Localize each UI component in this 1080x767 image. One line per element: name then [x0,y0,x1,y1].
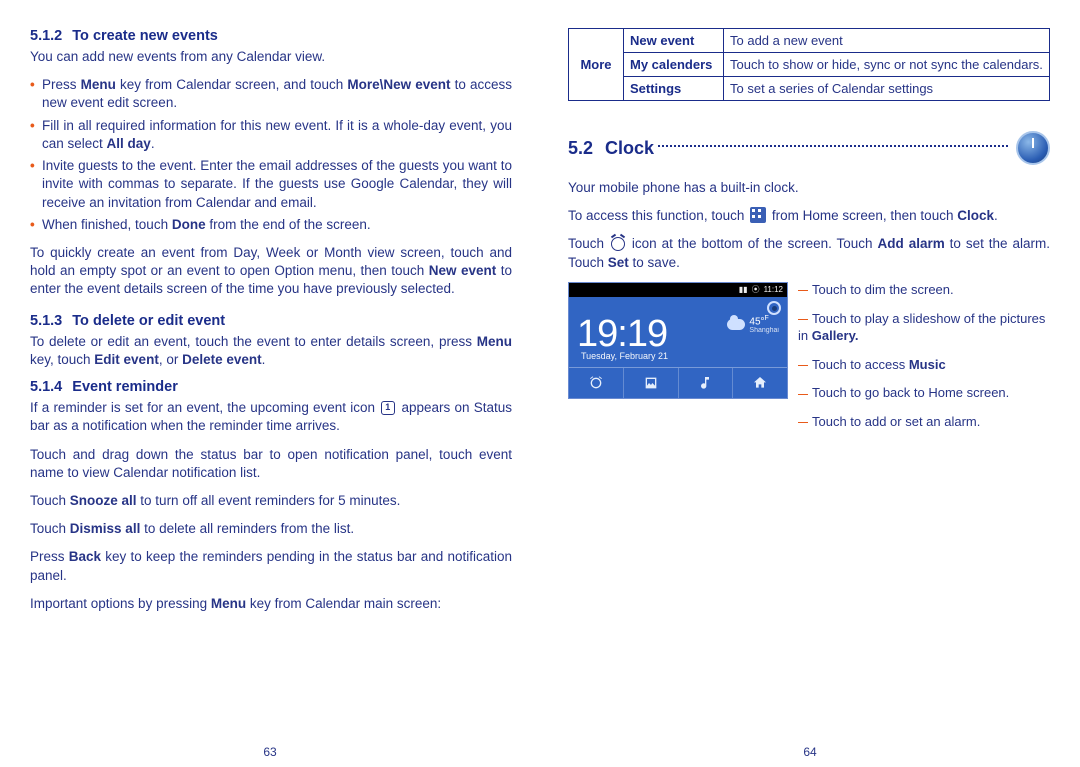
table-head-new-event: New event [624,29,724,53]
alarm-clock-icon [611,237,625,251]
clock-bottom-bar [569,367,787,398]
callout-home: Touch to go back to Home screen. [798,385,1050,402]
heading-number: 5.1.2 [30,28,62,44]
status-bar: ▮▮ ⦿ 11:12 [569,283,787,297]
quick-create-paragraph: To quickly create an event from Day, Wee… [30,244,512,299]
callout-dim: Touch to dim the screen. [798,282,1050,299]
heading-number: 5.1.3 [30,313,62,329]
heading-5-1-4: 5.1.4 Event reminder [30,379,512,395]
callout-list: Touch to dim the screen. Touch to play a… [798,282,1050,443]
list-item: Invite guests to the event. Enter the em… [30,157,512,212]
section-5-2-header: 5.2 Clock [568,131,1050,165]
callout-music: Touch to access Music [798,357,1050,374]
table-group-more: More [569,29,624,101]
table-cell: To add a new event [724,29,1050,53]
apps-grid-icon [750,207,766,223]
clock-alarm-instruction: Touch icon at the bottom of the screen. … [568,235,1050,271]
heading-number: 5.1.4 [30,379,62,395]
heading-title: Event reminder [72,379,178,395]
list-item: Press Menu key from Calendar screen, and… [30,76,512,112]
heading-5-1-3: 5.1.3 To delete or edit event [30,313,512,329]
intro-text: You can add new events from any Calendar… [30,48,512,66]
music-icon[interactable] [679,368,734,398]
delete-edit-text: To delete or edit an event, touch the ev… [30,333,512,369]
clock-access: To access this function, touch from Home… [568,207,1050,225]
table-head-my-calendars: My calenders [624,53,724,77]
page-number: 63 [0,745,540,759]
page-left: 5.1.2 To create new events You can add n… [0,0,540,767]
gallery-icon[interactable] [624,368,679,398]
notification-icon [381,401,395,415]
dim-icon[interactable] [767,301,781,315]
signal-icon: ▮▮ [739,285,748,294]
reminder-p5: Press Back key to keep the reminders pen… [30,548,512,584]
clock-app-icon [1016,131,1050,165]
section-number: 5.2 [568,138,593,159]
clock-intro: Your mobile phone has a built-in clock. [568,179,1050,197]
clock-screenshot: ▮▮ ⦿ 11:12 19:19 Tuesday, February 21 45… [568,282,788,399]
status-time: 11:12 [764,285,783,294]
table-cell: To set a series of Calendar settings [724,77,1050,101]
heading-title: To delete or edit event [72,313,225,329]
reminder-p1: If a reminder is set for an event, the u… [30,399,512,435]
menu-options-table: More New event To add a new event My cal… [568,28,1050,101]
list-item: Fill in all required information for thi… [30,117,512,153]
page-number: 64 [540,745,1080,759]
reminder-p2: Touch and drag down the status bar to op… [30,446,512,482]
alarm-icon[interactable] [569,368,624,398]
wifi-icon: ⦿ [752,284,760,295]
callout-alarm: Touch to add or set an alarm. [798,414,1050,431]
clock-time: 19:19 [577,315,668,353]
heading-title: To create new events [72,28,218,44]
reminder-p3: Touch Snooze all to turn off all event r… [30,492,512,510]
reminder-p4: Touch Dismiss all to delete all reminder… [30,520,512,538]
home-icon[interactable] [733,368,787,398]
dotted-leader [658,145,1008,147]
create-event-steps: Press Menu key from Calendar screen, and… [30,76,512,234]
reminder-p6: Important options by pressing Menu key f… [30,595,512,613]
page-right: More New event To add a new event My cal… [540,0,1080,767]
weather-widget: 45°F Shanghai [727,315,779,334]
list-item: When finished, touch Done from the end o… [30,216,512,234]
table-cell: Touch to show or hide, sync or not sync … [724,53,1050,77]
section-title: Clock [605,138,654,159]
heading-5-1-2: 5.1.2 To create new events [30,28,512,44]
callout-gallery: Touch to play a slideshow of the picture… [798,311,1050,345]
clock-screenshot-block: ▮▮ ⦿ 11:12 19:19 Tuesday, February 21 45… [568,282,1050,443]
cloud-icon [727,319,745,330]
clock-date: Tuesday, February 21 [581,351,668,361]
table-head-settings: Settings [624,77,724,101]
